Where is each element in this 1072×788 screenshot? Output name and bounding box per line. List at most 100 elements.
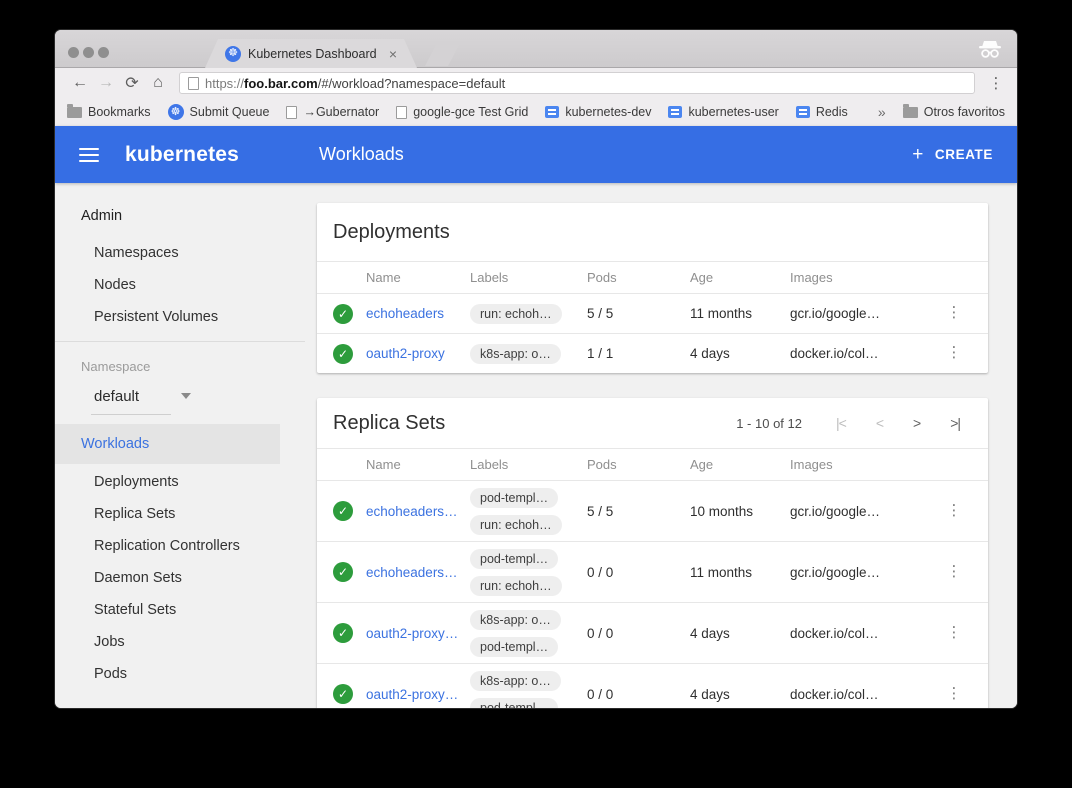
bookmark-label: google-gce Test Grid bbox=[413, 105, 528, 119]
row-menu-icon[interactable]: ⋮ bbox=[947, 569, 962, 576]
column-header-age: Age bbox=[690, 457, 790, 472]
bookmark-label: Submit Queue bbox=[190, 105, 270, 119]
status-cell: ✓ bbox=[333, 562, 366, 582]
age-cell: 10 months bbox=[690, 504, 790, 519]
pods-cell: 5 / 5 bbox=[587, 306, 690, 321]
sidebar-item-replication-controllers[interactable]: Replication Controllers bbox=[55, 530, 305, 562]
sidebar-workloads-group: DeploymentsReplica SetsReplication Contr… bbox=[55, 466, 305, 690]
app-header: kubernetes Workloads + CREATE bbox=[55, 126, 1017, 183]
labels-cell: k8s-app: o…pod-templ… bbox=[470, 610, 587, 657]
bookmark-label: Otros favoritos bbox=[924, 105, 1005, 119]
menu-icon[interactable] bbox=[79, 148, 99, 162]
replicasets-card: Replica Sets 1 - 10 of 12 |< < > >| Name… bbox=[317, 398, 988, 708]
overflow-chevron-icon: » bbox=[878, 104, 886, 120]
bookmark-label: Redis bbox=[816, 105, 848, 119]
namespace-select[interactable]: default bbox=[55, 378, 305, 414]
refresh-icon[interactable]: ⟳ bbox=[119, 73, 145, 93]
status-cell: ✓ bbox=[333, 684, 366, 704]
window-close-button[interactable] bbox=[68, 47, 79, 58]
table-row: ✓echoheaders…pod-templ…run: echoh…5 / 51… bbox=[317, 480, 988, 541]
kubernetes-icon: ☸ bbox=[168, 104, 184, 120]
images-cell: gcr.io/google… bbox=[790, 565, 936, 580]
label-chip: run: echoh… bbox=[470, 576, 562, 596]
browser-menu-icon[interactable]: ⋮ bbox=[987, 74, 1005, 92]
app-content: Admin NamespacesNodesPersistent Volumes … bbox=[55, 183, 1017, 708]
bookmark-item[interactable]: kubernetes-dev bbox=[545, 105, 651, 119]
table-row: ✓oauth2-proxy…k8s-app: o…pod-templ…0 / 0… bbox=[317, 663, 988, 708]
pods-cell: 0 / 0 bbox=[587, 687, 690, 702]
pods-cell: 1 / 1 bbox=[587, 346, 690, 361]
column-header-pods: Pods bbox=[587, 270, 690, 285]
main-panel: Deployments NameLabelsPodsAgeImages ✓ech… bbox=[305, 183, 1017, 708]
incognito-icon bbox=[977, 39, 1003, 59]
status-cell: ✓ bbox=[333, 344, 366, 364]
resource-name-link[interactable]: oauth2-proxy bbox=[366, 346, 470, 361]
status-cell: ✓ bbox=[333, 623, 366, 643]
label-chip: run: echoh… bbox=[470, 304, 562, 324]
bookmark-label: kubernetes-user bbox=[688, 105, 778, 119]
sidebar-item-replica-sets[interactable]: Replica Sets bbox=[55, 498, 305, 530]
status-ok-icon: ✓ bbox=[333, 562, 353, 582]
tab-close-icon[interactable]: × bbox=[389, 46, 397, 62]
bookmark-item[interactable]: →Gubernator bbox=[286, 105, 379, 119]
bookmark-label: Bookmarks bbox=[88, 105, 151, 119]
sidebar-item-namespaces[interactable]: Namespaces bbox=[55, 237, 305, 269]
resource-name-link[interactable]: echoheaders… bbox=[366, 504, 470, 519]
namespace-label: Namespace bbox=[55, 342, 305, 378]
row-menu-icon[interactable]: ⋮ bbox=[947, 310, 962, 317]
resource-name-link[interactable]: echoheaders… bbox=[366, 565, 470, 580]
deployments-card: Deployments NameLabelsPodsAgeImages ✓ech… bbox=[317, 203, 988, 373]
create-button[interactable]: + CREATE bbox=[912, 145, 993, 164]
create-button-label: CREATE bbox=[935, 147, 993, 162]
row-menu-icon[interactable]: ⋮ bbox=[947, 350, 962, 357]
bookmark-label: →Gubernator bbox=[303, 105, 379, 119]
resource-name-link[interactable]: oauth2-proxy… bbox=[366, 687, 470, 702]
sidebar-item-deployments[interactable]: Deployments bbox=[55, 466, 305, 498]
sidebar-item-nodes[interactable]: Nodes bbox=[55, 269, 305, 301]
bookmark-item[interactable]: Bookmarks bbox=[67, 105, 151, 119]
plus-icon: + bbox=[912, 145, 924, 164]
labels-cell: pod-templ…run: echoh… bbox=[470, 488, 587, 535]
address-bar[interactable]: https://foo.bar.com/#/workload?namespace… bbox=[179, 72, 975, 94]
row-menu-icon[interactable]: ⋮ bbox=[947, 691, 962, 698]
bookmark-item[interactable]: google-gce Test Grid bbox=[396, 105, 528, 119]
resource-name-link[interactable]: oauth2-proxy… bbox=[366, 626, 470, 641]
prev-page-icon: < bbox=[876, 415, 883, 431]
browser-window: ☸ Kubernetes Dashboard × ← → ⟳ ⌂ https:/… bbox=[55, 30, 1017, 708]
labels-cell: k8s-app: o…pod-templ… bbox=[470, 671, 587, 709]
bookmark-item[interactable]: Otros favoritos bbox=[903, 105, 1005, 119]
column-header-pods: Pods bbox=[587, 457, 690, 472]
last-page-icon[interactable]: >| bbox=[950, 415, 960, 431]
window-minimize-button[interactable] bbox=[83, 47, 94, 58]
back-icon[interactable]: ← bbox=[67, 74, 93, 92]
bookmark-item[interactable]: Redis bbox=[796, 105, 848, 119]
resource-name-link[interactable]: echoheaders bbox=[366, 306, 470, 321]
bookmark-item[interactable]: ☸ Submit Queue bbox=[168, 104, 270, 120]
sidebar-item-pods[interactable]: Pods bbox=[55, 658, 305, 690]
new-tab-button[interactable] bbox=[425, 41, 461, 66]
chat-icon bbox=[668, 106, 682, 118]
sidebar-item-workloads[interactable]: Workloads bbox=[55, 424, 280, 464]
sidebar-item-stateful-sets[interactable]: Stateful Sets bbox=[55, 594, 305, 626]
sidebar-item-admin[interactable]: Admin bbox=[55, 199, 305, 233]
status-ok-icon: ✓ bbox=[333, 344, 353, 364]
row-menu-icon[interactable]: ⋮ bbox=[947, 508, 962, 515]
row-menu-icon[interactable]: ⋮ bbox=[947, 630, 962, 637]
browser-tab[interactable]: ☸ Kubernetes Dashboard × bbox=[205, 39, 417, 68]
namespace-underline bbox=[91, 414, 171, 415]
home-icon[interactable]: ⌂ bbox=[145, 74, 171, 92]
label-chip: run: echoh… bbox=[470, 515, 562, 535]
sidebar-item-jobs[interactable]: Jobs bbox=[55, 626, 305, 658]
bookmarks-overflow-icon[interactable]: » bbox=[878, 104, 886, 120]
desktop-background: ☸ Kubernetes Dashboard × ← → ⟳ ⌂ https:/… bbox=[0, 0, 1072, 788]
column-header-age: Age bbox=[690, 270, 790, 285]
age-cell: 4 days bbox=[690, 346, 790, 361]
sidebar-admin-group: NamespacesNodesPersistent Volumes bbox=[55, 237, 305, 333]
column-header-images: Images bbox=[790, 457, 936, 472]
sidebar-item-persistent-volumes[interactable]: Persistent Volumes bbox=[55, 301, 305, 333]
images-cell: gcr.io/google… bbox=[790, 306, 936, 321]
bookmark-item[interactable]: kubernetes-user bbox=[668, 105, 778, 119]
sidebar-item-daemon-sets[interactable]: Daemon Sets bbox=[55, 562, 305, 594]
window-zoom-button[interactable] bbox=[98, 47, 109, 58]
next-page-icon[interactable]: > bbox=[913, 415, 920, 431]
